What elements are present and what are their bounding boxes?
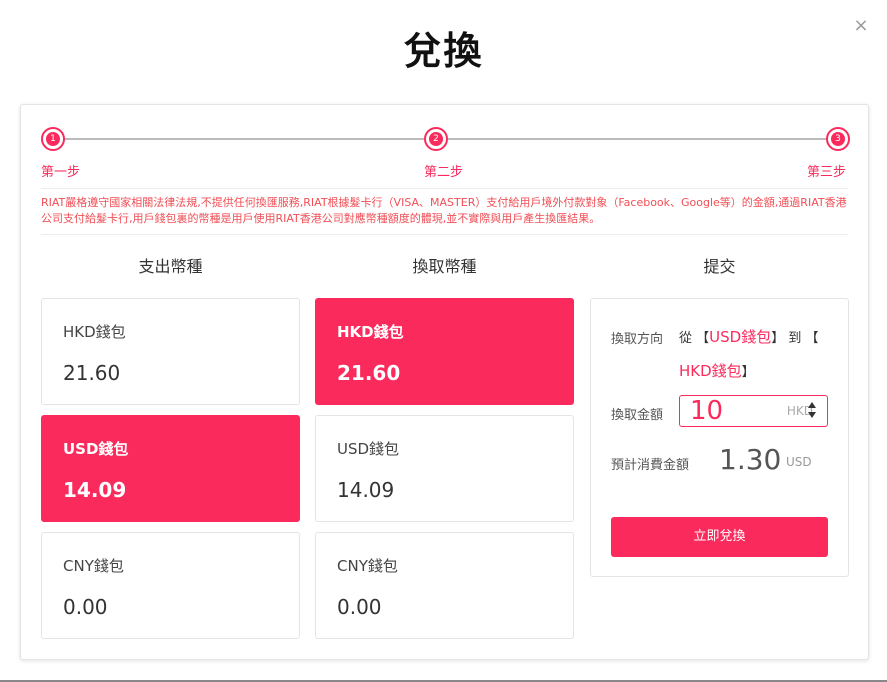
estimate-label: 預計消費金額: [611, 458, 690, 473]
bracket-close: 】: [741, 365, 755, 380]
spinner-up-icon[interactable]: [808, 402, 816, 408]
estimate-currency: USD: [786, 455, 812, 469]
step-3-label: 第三步: [807, 165, 847, 180]
wallet-balance: 21.60: [63, 361, 121, 385]
step-3-indicator: 3: [826, 127, 850, 151]
wallet-name: USD錢包: [337, 440, 400, 458]
divider-bottom: [41, 234, 848, 235]
to-wallet: HKD錢包: [679, 362, 742, 380]
amount-spinner[interactable]: [807, 400, 817, 422]
stepper: 1 2 3 第一步 第二步 第三步: [41, 127, 850, 180]
divider-top: [41, 188, 848, 189]
receive-currency-title: 換取幣種: [412, 257, 477, 276]
receive-wallet-usd[interactable]: USD錢包 14.09: [315, 415, 574, 522]
receive-wallet-hkd[interactable]: HKD錢包 21.60: [315, 298, 574, 405]
step-3-number: 3: [831, 132, 845, 146]
step-1-number: 1: [46, 132, 60, 146]
bracket-open: 【: [805, 331, 819, 346]
wallet-name: CNY錢包: [337, 557, 398, 575]
spinner-down-icon[interactable]: [808, 412, 816, 418]
wallet-name: USD錢包: [63, 440, 129, 458]
wallet-name: HKD錢包: [63, 323, 126, 341]
wallet-balance: 14.09: [63, 478, 127, 502]
pay-wallet-cny[interactable]: CNY錢包 0.00: [41, 532, 300, 639]
amount-input[interactable]: 10 HKD: [679, 395, 828, 427]
wallet-name: CNY錢包: [63, 557, 124, 575]
step-1-indicator: 1: [41, 127, 65, 151]
pay-currency-title: 支出幣種: [138, 257, 203, 276]
pay-wallet-hkd[interactable]: HKD錢包 21.60: [41, 298, 300, 405]
from-word: 從: [679, 331, 693, 346]
dialog-title: 兌換: [403, 29, 484, 73]
wallet-balance: 21.60: [337, 361, 401, 385]
receive-wallet-cny[interactable]: CNY錢包 0.00: [315, 532, 574, 639]
step-2-indicator: 2: [424, 127, 448, 151]
bracket-close: 】: [771, 331, 785, 346]
step-2-number: 2: [429, 132, 443, 146]
step-1-label: 第一步: [41, 165, 81, 180]
submit-title: 提交: [703, 257, 736, 276]
direction-text: 從 【USD錢包】 到 【HKD錢包】: [679, 321, 839, 389]
direction-label: 換取方向: [611, 332, 664, 347]
exchange-panel: 1 2 3 第一步 第二步 第三步 RIAT嚴格遵守國家相關法律法規,不提供任何…: [20, 104, 869, 660]
bracket-open: 【: [696, 331, 710, 346]
to-word: 到: [788, 331, 802, 346]
step-2-label: 第二步: [424, 165, 464, 180]
wallet-balance: 0.00: [63, 595, 108, 619]
wallet-balance: 0.00: [337, 595, 382, 619]
exchange-now-button[interactable]: 立即兌換: [611, 517, 828, 557]
notice-text: RIAT嚴格遵守國家相關法律法規,不提供任何換匯服務,RIAT根據髮卡行（VIS…: [41, 196, 847, 225]
submit-box: 換取方向 從 【USD錢包】 到 【HKD錢包】 換取金額 10 HKD 預計消…: [590, 298, 849, 577]
close-icon[interactable]: ×: [853, 17, 869, 35]
pay-wallet-usd[interactable]: USD錢包 14.09: [41, 415, 300, 522]
amount-value: 10: [690, 396, 724, 426]
estimate-value: 1.30: [719, 443, 782, 476]
wallet-balance: 14.09: [337, 478, 395, 502]
amount-label: 換取金額: [611, 408, 664, 423]
from-wallet: USD錢包: [709, 328, 772, 346]
wallet-name: HKD錢包: [337, 323, 404, 341]
